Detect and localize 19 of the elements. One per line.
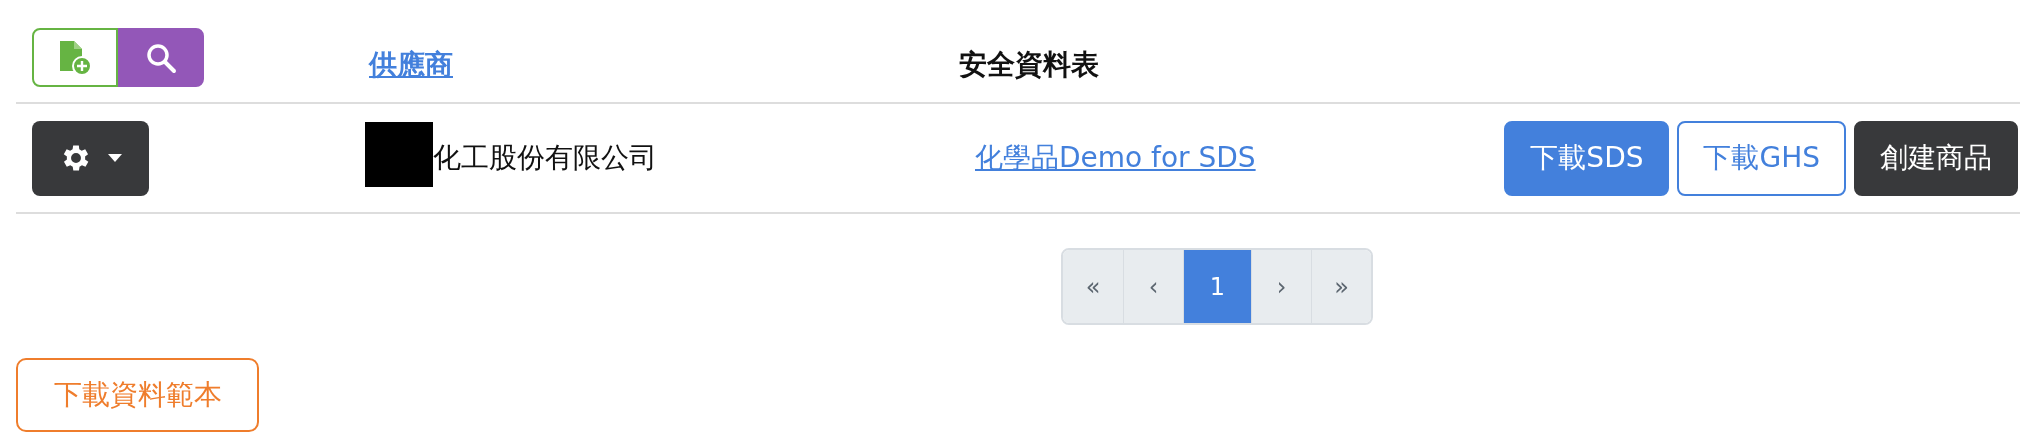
supplier-name: 化工股份有限公司	[433, 140, 657, 176]
page-button[interactable]: ›	[1251, 250, 1311, 323]
add-file-button[interactable]	[32, 28, 118, 87]
download-template-button[interactable]: 下載資料範本	[16, 358, 259, 432]
column-header: 安全資料表	[959, 47, 1099, 83]
search-button[interactable]	[118, 28, 204, 87]
file-add-icon	[58, 39, 92, 76]
download-button[interactable]: 下載GHS	[1677, 120, 1846, 196]
download-button[interactable]: 下載SDS	[1504, 120, 1670, 196]
search-icon	[145, 41, 177, 74]
column-header[interactable]: 供應商	[369, 46, 453, 84]
create-product-button[interactable]: 創建商品	[1854, 120, 2018, 196]
sds-link[interactable]: 化學品Demo for SDS	[975, 139, 1256, 177]
caret-icon	[106, 153, 123, 163]
page-button[interactable]: 1	[1183, 250, 1251, 323]
page-button[interactable]: »	[1311, 250, 1371, 323]
page-button[interactable]: ‹	[1123, 250, 1183, 323]
settings-dropdown-button[interactable]	[32, 120, 149, 196]
page-button[interactable]: «	[1063, 250, 1123, 323]
